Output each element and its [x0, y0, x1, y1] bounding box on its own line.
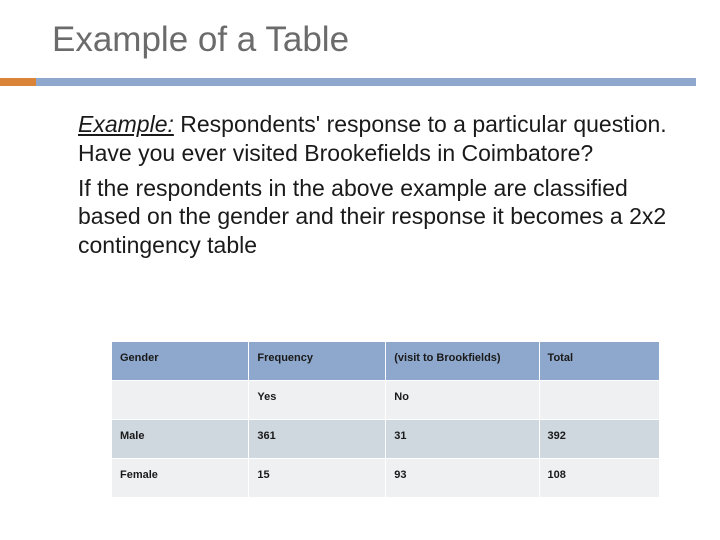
col-header-visit: (visit to Brookfields)	[386, 342, 539, 381]
cell-yes: 15	[249, 459, 386, 498]
table-header-row: Gender Frequency (visit to Brookfields) …	[112, 342, 660, 381]
page-title: Example of a Table	[52, 20, 349, 59]
body-area: Example: Respondents' response to a part…	[78, 110, 672, 266]
col-header-frequency: Frequency	[249, 342, 386, 381]
table-row: Male 361 31 392	[112, 420, 660, 459]
table-row: Female 15 93 108	[112, 459, 660, 498]
cell-empty	[539, 381, 659, 420]
slide: Example of a Table Example: Respondents'…	[0, 0, 720, 540]
cell-empty	[112, 381, 249, 420]
contingency-table: Gender Frequency (visit to Brookfields) …	[112, 342, 660, 498]
paragraph-2: If the respondents in the above example …	[78, 174, 672, 260]
subheader-yes: Yes	[249, 381, 386, 420]
cell-no: 93	[386, 459, 539, 498]
cell-total: 392	[539, 420, 659, 459]
cell-yes: 361	[249, 420, 386, 459]
subheader-no: No	[386, 381, 539, 420]
col-header-total: Total	[539, 342, 659, 381]
table-subheader-row: Yes No	[112, 381, 660, 420]
title-area: Example of a Table	[0, 0, 720, 60]
cell-gender: Male	[112, 420, 249, 459]
col-header-gender: Gender	[112, 342, 249, 381]
cell-total: 108	[539, 459, 659, 498]
cell-gender: Female	[112, 459, 249, 498]
title-underline-bar	[0, 78, 696, 86]
example-label: Example:	[78, 111, 174, 137]
cell-no: 31	[386, 420, 539, 459]
contingency-table-wrap: Gender Frequency (visit to Brookfields) …	[112, 342, 660, 498]
title-underline-accent	[0, 78, 36, 86]
paragraph-1: Example: Respondents' response to a part…	[78, 110, 672, 168]
